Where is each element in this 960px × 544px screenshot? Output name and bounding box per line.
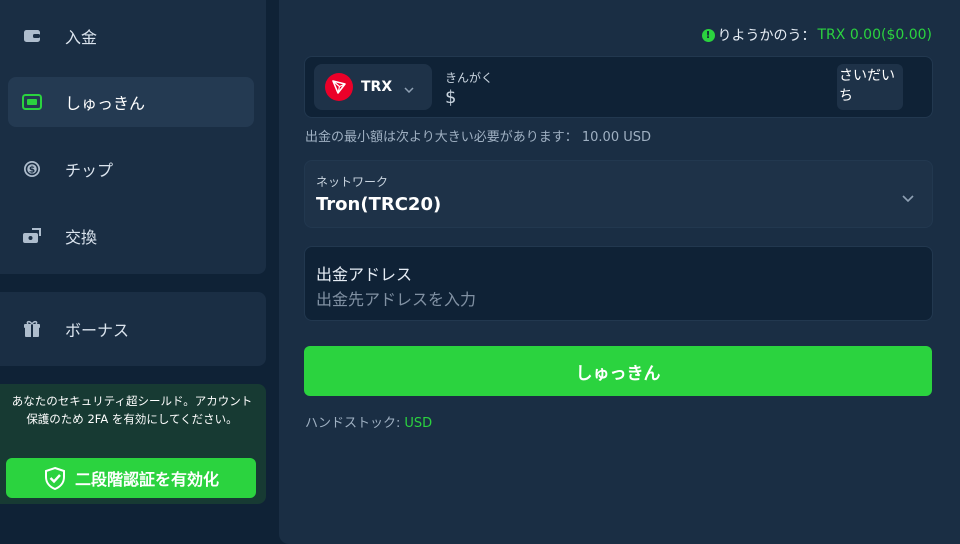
coin-icon: $ — [21, 158, 43, 180]
chevron-down-icon — [902, 187, 914, 206]
enable-2fa-button[interactable]: 二段階認証を有効化 — [6, 458, 256, 498]
security-message: あなたのセキュリティ超シールド。アカウント保護のため 2FA を有効にしてくださ… — [11, 394, 253, 426]
bonus-card: ボーナス — [0, 292, 266, 366]
sidebar-item-label: ボーナス — [65, 321, 130, 340]
tron-logo-icon — [325, 73, 353, 101]
handstock-value: USD — [404, 416, 433, 431]
amount-input[interactable]: $ — [445, 87, 456, 108]
balance-value: TRX 0.00($0.00) — [817, 27, 933, 43]
network-label: ネットワーク — [316, 175, 389, 189]
info-icon: ! — [701, 28, 715, 42]
network-value: Tron(TRC20) — [316, 194, 442, 215]
network-select[interactable]: ネットワーク Tron(TRC20) — [304, 160, 933, 228]
address-label: 出金アドレス — [316, 265, 413, 284]
withdraw-button[interactable]: しゅっきん — [304, 346, 932, 396]
wallet-icon — [21, 25, 43, 47]
withdraw-panel: ! りようかのう： TRX 0.00($0.00) TRX きんがく $ さいだ… — [279, 0, 960, 544]
chevron-down-icon — [404, 78, 414, 97]
sidebar-item-label: 交換 — [65, 228, 98, 247]
max-amount-button[interactable]: さいだいち — [837, 64, 903, 110]
sidebar-item-withdraw[interactable]: しゅっきん — [8, 77, 254, 127]
amount-label: きんがく — [445, 71, 494, 85]
handstock-info: ハンドストック: USD — [305, 412, 432, 431]
sidebar-item-label: 入金 — [65, 28, 98, 47]
shield-check-icon — [43, 466, 67, 491]
minimum-withdraw-notice: 出金の最小額は次より大きい必要があります： 10.00 USD — [305, 130, 651, 145]
enable-2fa-label: 二段階認証を有効化 — [74, 470, 219, 489]
address-input[interactable] — [316, 287, 916, 311]
sidebar: 入金 しゅっきん $ チップ 交換 ボーナス あなたのセキュリティ超シールド。ア… — [0, 0, 268, 544]
sidebar-item-bonus[interactable]: ボーナス — [8, 304, 254, 354]
address-field: 出金アドレス — [304, 246, 933, 321]
coin-selector[interactable]: TRX — [314, 64, 432, 110]
svg-text:$: $ — [29, 166, 35, 176]
gift-icon — [21, 318, 43, 340]
withdraw-icon — [21, 91, 43, 113]
balance-label: りようかのう： — [717, 28, 816, 44]
sidebar-item-label: しゅっきん — [65, 94, 146, 113]
nav-card: 入金 しゅっきん $ チップ 交換 — [0, 0, 266, 274]
security-card: あなたのセキュリティ超シールド。アカウント保護のため 2FA を有効にしてくださ… — [0, 384, 266, 504]
coin-name: TRX — [361, 79, 393, 95]
exchange-icon — [21, 225, 43, 247]
sidebar-item-exchange[interactable]: 交換 — [8, 211, 254, 261]
sidebar-item-tip[interactable]: $ チップ — [8, 144, 254, 194]
sidebar-item-label: チップ — [65, 161, 114, 180]
sidebar-item-deposit[interactable]: 入金 — [8, 11, 254, 61]
amount-field: TRX きんがく $ さいだいち — [304, 56, 933, 118]
handstock-label: ハンドストック: — [305, 416, 401, 431]
available-balance: ! りようかのう： TRX 0.00($0.00) — [701, 25, 933, 45]
